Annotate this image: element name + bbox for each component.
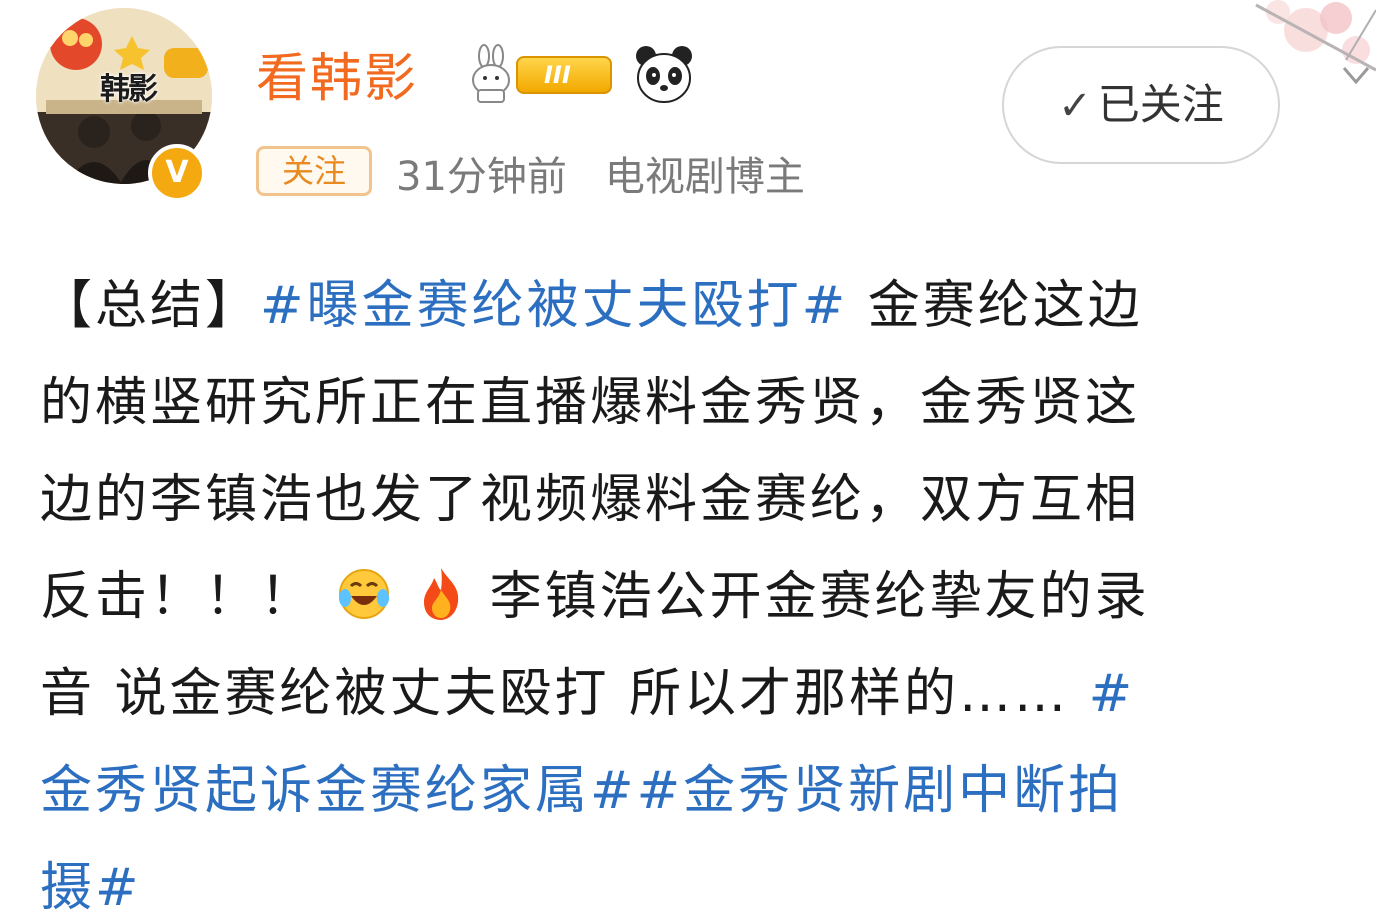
user-role: 电视剧博主: [604, 154, 805, 200]
hashtag-link[interactable]: #: [1069, 664, 1135, 724]
username[interactable]: 看韩影: [256, 36, 418, 111]
avatar-logo-text: 韩影: [100, 72, 158, 107]
post-line-5: 音 说金赛纶被丈夫殴打 所以才那样的…… #: [40, 646, 1370, 743]
post-time: 31分钟前: [396, 154, 567, 200]
hashtag-link[interactable]: 摄#: [40, 840, 1370, 924]
post-body: 【总结】#曝金赛纶被丈夫殴打# 金赛纶这边 的横竖研究所正在直播爆料金秀贤，金秀…: [40, 258, 1370, 924]
level-badge: III: [516, 56, 612, 94]
post-line-4: 反击！！！ 李镇浩公开金赛纶挚友的录: [40, 549, 1370, 646]
checkmark-icon: ✓: [1058, 83, 1092, 129]
laughing-crying-emoji-icon: [338, 569, 389, 619]
follow-tag[interactable]: 关注: [256, 146, 372, 196]
post-text: 李镇浩公开金赛纶挚友的录: [489, 567, 1150, 627]
post-text: 反击！！！: [40, 567, 316, 627]
verified-badge-icon: V: [148, 144, 206, 202]
hashtag-link[interactable]: #曝金赛纶被丈夫殴打#: [260, 276, 848, 336]
post-text: 音 说金赛纶被丈夫殴打 所以才那样的……: [40, 664, 1070, 724]
followed-button[interactable]: ✓ 已关注: [1002, 46, 1280, 164]
panda-icon: [636, 46, 692, 103]
weibo-post-screenshot: 韩影 V 看韩影 III 关注 31分钟前 电视剧博主 ✓ 已关注 【总结】#曝金赛…: [0, 0, 1376, 924]
post-line-2: 的横竖研究所正在直播爆料金秀贤，金秀贤这: [40, 373, 1141, 433]
followed-label: 已关注: [1097, 80, 1224, 129]
rabbit-icon: [472, 44, 510, 103]
post-text: 金赛纶这边: [848, 276, 1143, 336]
post-meta: 31分钟前 电视剧博主: [396, 144, 805, 202]
post-line-1: 【总结】#曝金赛纶被丈夫殴打# 金赛纶这边: [40, 258, 1370, 355]
post-line-3: 边的李镇浩也发了视频爆料金赛纶，双方互相: [40, 470, 1141, 530]
hashtag-link[interactable]: 金秀贤起诉金赛纶家属##金秀贤新剧中断拍: [40, 743, 1370, 840]
post-prefix: 【总结】: [40, 276, 261, 336]
fire-emoji-icon: [424, 568, 459, 620]
chevron-down-icon[interactable]: [1340, 62, 1372, 88]
